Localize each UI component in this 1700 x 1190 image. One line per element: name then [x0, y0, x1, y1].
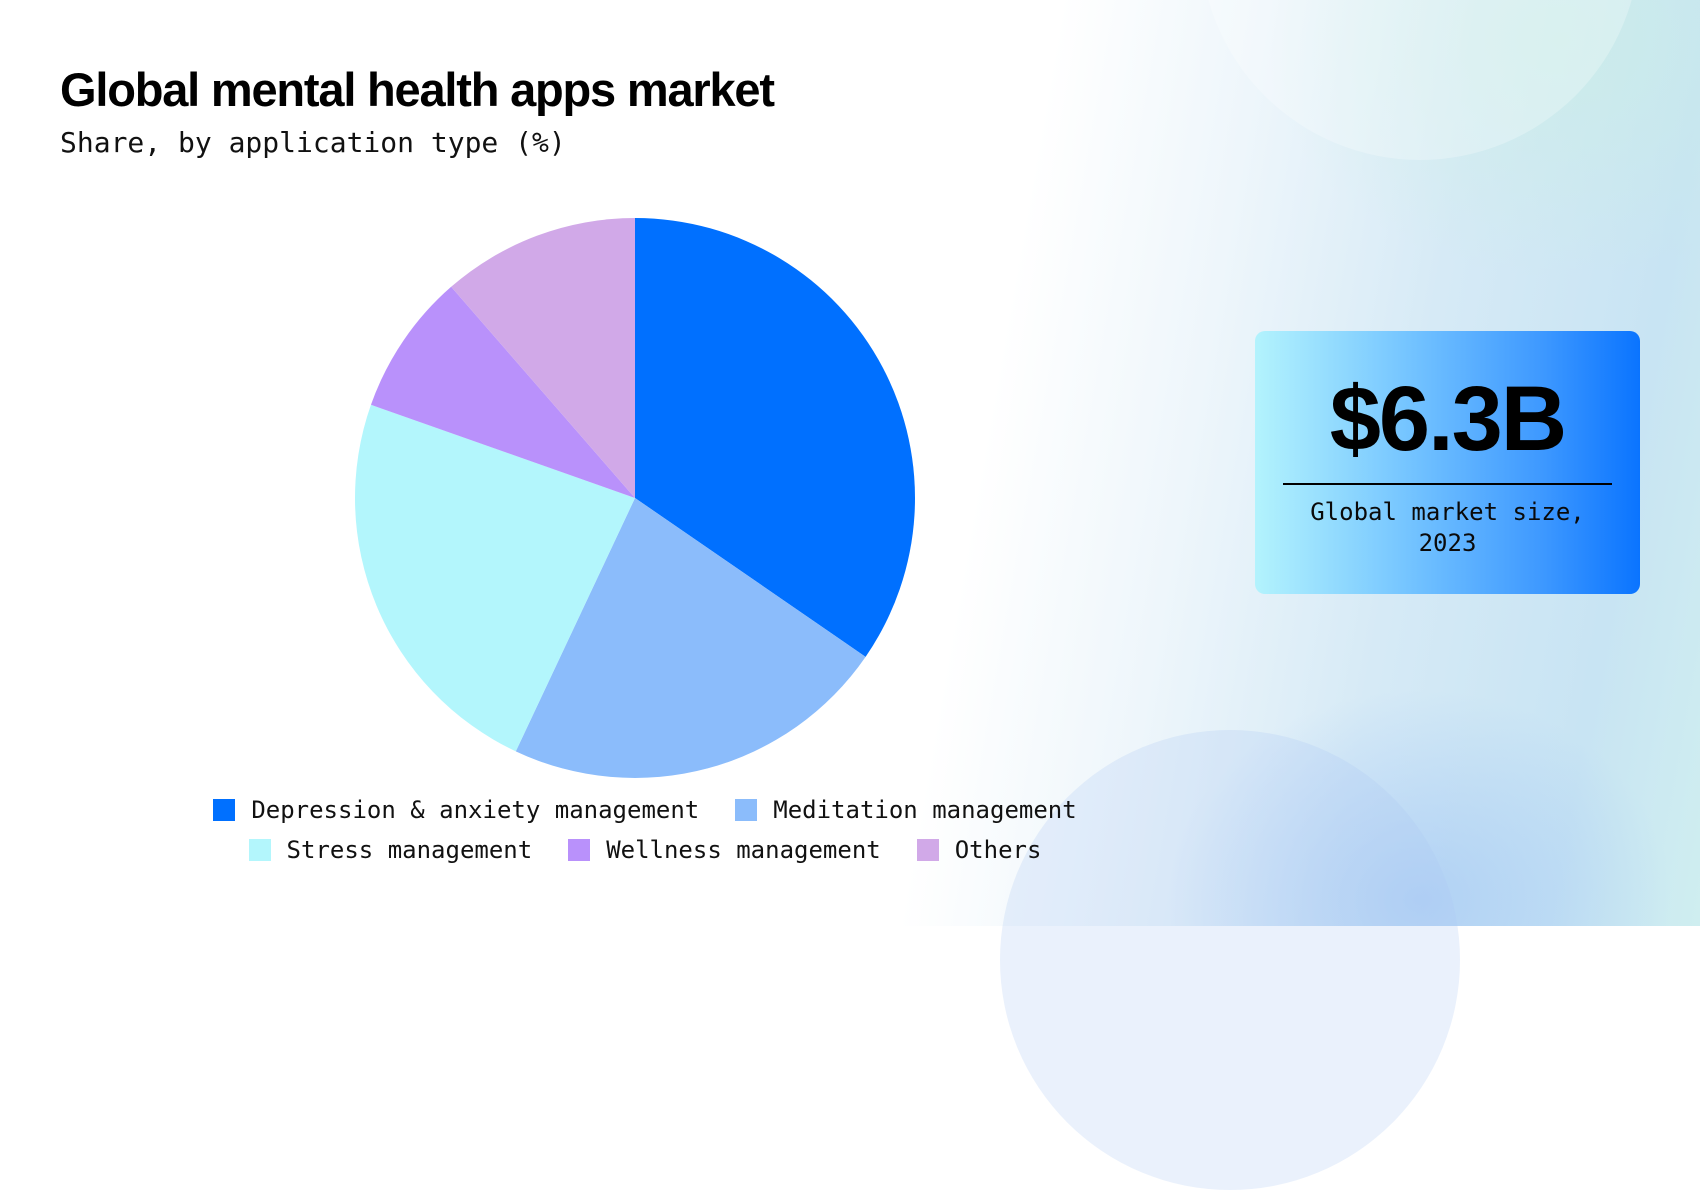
legend-item-stress: Stress management — [248, 836, 533, 864]
legend-label: Depression & anxiety management — [251, 796, 700, 824]
legend-label: Wellness management — [606, 836, 881, 864]
market-size-label-year: 2023 — [1418, 529, 1477, 557]
market-size-label-line1: Global market size, — [1310, 498, 1585, 526]
legend-item-depression-anxiety: Depression & anxiety management — [213, 796, 699, 824]
market-size-card: $6.3B Global market size, 2023 — [1255, 331, 1640, 594]
legend-label: Others — [954, 836, 1042, 864]
legend-row: Depression & anxiety management Meditati… — [0, 790, 1290, 830]
market-size-value: $6.3B — [1329, 368, 1568, 470]
card-divider — [1283, 483, 1612, 485]
legend-item-others: Others — [916, 836, 1042, 864]
legend-row: Stress management Wellness management Ot… — [0, 830, 1290, 870]
legend-label: Stress management — [286, 836, 533, 864]
legend: Depression & anxiety management Meditati… — [0, 790, 1290, 870]
market-size-label: Global market size, 2023 — [1265, 497, 1630, 559]
legend-label: Meditation management — [773, 796, 1077, 824]
legend-swatch — [248, 839, 271, 861]
legend-swatch — [213, 799, 236, 821]
legend-swatch — [735, 799, 758, 821]
legend-swatch — [916, 839, 939, 861]
legend-item-wellness: Wellness management — [568, 836, 881, 864]
legend-item-meditation: Meditation management — [735, 796, 1077, 824]
legend-swatch — [568, 839, 591, 861]
